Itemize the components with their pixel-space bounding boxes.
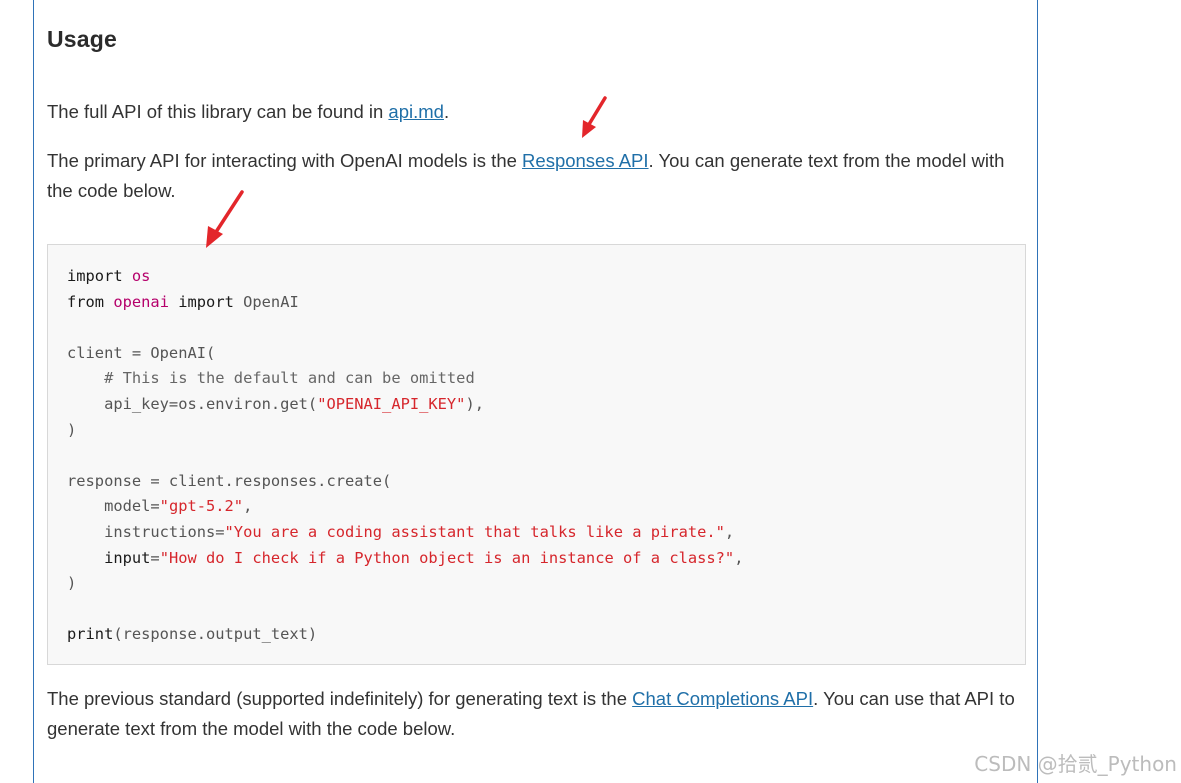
code-line: model="gpt-5.2",: [67, 494, 1025, 520]
red-arrow-annotation-icon: [206, 190, 244, 248]
code-token: ): [67, 574, 77, 593]
code-token-str: "gpt-5.2": [159, 497, 244, 516]
code-token-mod: os: [131, 267, 151, 285]
code-token-kw: import: [67, 267, 123, 285]
code-token: instructions=: [67, 522, 225, 541]
code-line: response = client.responses.create(: [67, 469, 1025, 495]
code-token-kw: from: [67, 292, 105, 311]
paragraph-api-reference: The full API of this library can be foun…: [47, 97, 1022, 127]
code-token: ,: [734, 548, 744, 567]
code-token-kw: input: [104, 548, 151, 567]
code-token: ,: [724, 522, 735, 541]
code-token-mod: openai: [113, 292, 169, 311]
readme-content: Usage The full API of this library can b…: [33, 0, 1038, 783]
red-arrow-annotation-icon: [582, 96, 607, 138]
responses-api-link[interactable]: Responses API: [522, 150, 649, 171]
code-line: import os: [67, 264, 1025, 290]
code-token-kw: print: [67, 625, 114, 644]
paragraph-text: The full API of this library can be foun…: [47, 101, 389, 122]
paragraph-primary-api: The primary API for interacting with Ope…: [47, 146, 1022, 206]
code-token-str: "How do I check if a Python object is an…: [159, 548, 735, 567]
code-token: (response.output_text): [113, 625, 318, 644]
code-token: client = OpenAI(: [67, 343, 216, 362]
chat-completions-api-link[interactable]: Chat Completions API: [632, 688, 813, 709]
code-token: ),: [465, 394, 484, 413]
csdn-watermark: CSDN @拾贰_Python: [974, 752, 1177, 776]
code-line: # This is the default and can be omitted: [67, 366, 1025, 392]
code-token: model=: [67, 497, 160, 516]
code-token: response = client.responses.create(: [67, 471, 392, 490]
code-token: OpenAI: [233, 292, 299, 311]
code-token: =: [150, 548, 160, 567]
section-heading-usage: Usage: [47, 26, 118, 52]
code-line: input="How do I check if a Python object…: [67, 546, 1025, 572]
code-token: api_key=os.environ.get(: [67, 394, 318, 413]
code-line: print(response.output_text): [67, 622, 1025, 648]
code-block[interactable]: import os from openai import OpenAI clien…: [47, 244, 1026, 665]
api-md-link[interactable]: api.md: [388, 101, 444, 122]
code-line: from openai import OpenAI: [67, 290, 1025, 316]
paragraph-text: .: [443, 101, 450, 122]
code-line: client = OpenAI(: [67, 341, 1025, 367]
code-token-kw: import: [178, 292, 234, 311]
code-token-str: "OPENAI_API_KEY": [317, 394, 466, 413]
code-token-str: "You are a coding assistant that talks l…: [224, 522, 725, 541]
code-line: ): [67, 571, 1025, 597]
paragraph-text: The previous standard (supported indefin…: [47, 688, 633, 709]
paragraph-chat-completions: The previous standard (supported indefin…: [47, 684, 1022, 744]
code-token: ): [67, 420, 77, 439]
paragraph-text: The primary API for interacting with Ope…: [47, 150, 523, 171]
code-line: api_key=os.environ.get("OPENAI_API_KEY")…: [67, 392, 1025, 418]
code-line: ): [67, 418, 1025, 444]
code-token-cm: # This is the default and can be omitted: [104, 369, 475, 388]
code-line: instructions="You are a coding assistant…: [67, 520, 1025, 546]
code-token: ,: [243, 497, 253, 516]
